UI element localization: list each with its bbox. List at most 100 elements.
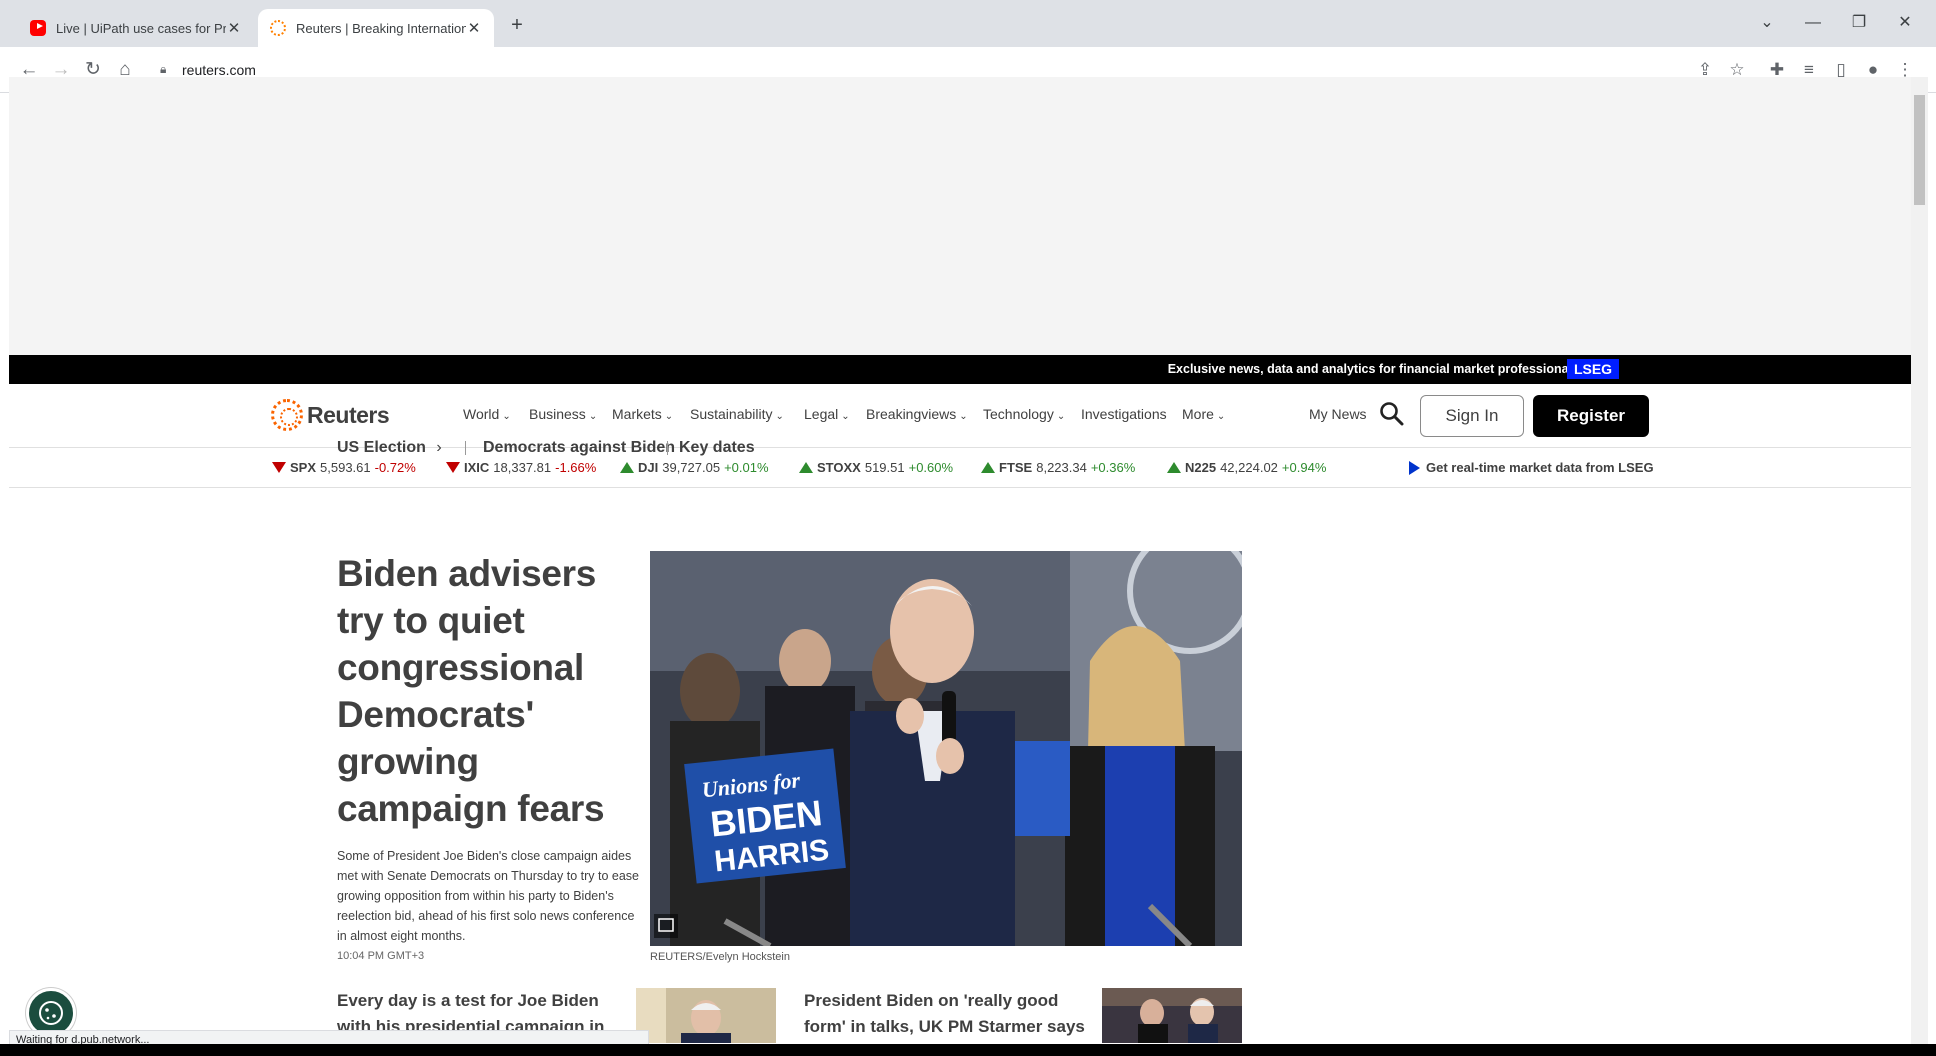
promo-text: Exclusive news, data and analytics for f… (1167, 362, 1579, 376)
ticker-change: -1.66% (555, 460, 597, 475)
chevron-down-icon: ⌄ (775, 411, 784, 422)
brand-name: Reuters (307, 401, 390, 428)
nav-label: Business (529, 406, 586, 422)
nav-legal[interactable]: Legal ⌄ (804, 406, 850, 422)
up-arrow-icon (799, 462, 813, 473)
ticker-change: +0.60% (908, 460, 954, 475)
scrollbar-thumb[interactable] (1914, 95, 1925, 205)
nav-label: Investigations (1081, 406, 1167, 422)
nav-world[interactable]: World ⌄ (463, 406, 511, 422)
ticker-symbol: FTSE (999, 460, 1033, 475)
secondary-photo-2-illustration (1102, 988, 1242, 1043)
ticker-symbol: SPX (290, 460, 317, 475)
ticker-ixic[interactable]: IXIC 18,337.81 -1.66% (446, 460, 596, 475)
nav-investigations[interactable]: Investigations (1081, 406, 1167, 422)
nav-label: Breakingviews (866, 406, 957, 422)
ticker-value: 5,593.61 (320, 460, 371, 475)
ticker-symbol: STOXX (817, 460, 861, 475)
play-icon (1409, 460, 1420, 475)
nav-label: Sustainability (690, 406, 773, 422)
lseg-market-data-link[interactable]: Get real-time market data from LSEG (1409, 460, 1654, 475)
register-button[interactable]: Register (1533, 395, 1649, 437)
nav-business[interactable]: Business ⌄ (529, 406, 597, 422)
nav-markets[interactable]: Markets ⌄ (612, 406, 673, 422)
up-arrow-icon (981, 462, 995, 473)
ticker-stoxx[interactable]: STOXX 519.51 +0.60% (799, 460, 953, 475)
nav-more[interactable]: More ⌄ (1182, 406, 1225, 422)
new-tab-button[interactable]: + (504, 12, 530, 38)
ticker-n225[interactable]: N225 42,224.02 +0.94% (1167, 460, 1326, 475)
chevron-down-icon: ⌄ (959, 411, 968, 422)
my-news-link[interactable]: My News (1309, 406, 1367, 422)
ticker-change: +0.01% (724, 460, 769, 475)
ticker-value: 519.51 (864, 460, 905, 475)
ticker-symbol: IXIC (464, 460, 490, 475)
lead-photo[interactable]: Unions for BIDEN HARRIS (650, 551, 1242, 946)
divider (465, 441, 466, 455)
lead-photo-illustration: Unions for BIDEN HARRIS (650, 551, 1242, 946)
ticker-change: -0.72% (374, 460, 416, 475)
secondary-photo-1[interactable] (636, 988, 776, 1043)
taskbar-strip (0, 1044, 1936, 1056)
ticker-spx[interactable]: SPX 5,593.61 -0.72% (272, 460, 416, 475)
site-header: Reuters World ⌄ Business ⌄ Markets ⌄ Sustai… (9, 384, 1911, 448)
up-arrow-icon (1167, 462, 1181, 473)
cookie-icon (39, 1001, 63, 1025)
chevron-down-icon: ⌄ (664, 411, 674, 422)
chevron-down-icon: ⌄ (588, 411, 598, 422)
topic-key-dates[interactable]: Key dates (679, 439, 755, 457)
ticker-change: +0.36% (1090, 460, 1136, 475)
restore-icon[interactable]: ❐ (1836, 10, 1882, 36)
close-tab-icon[interactable]: ✕ (466, 19, 482, 37)
divider (667, 441, 668, 455)
tab-title: Live | UiPath use cases for Practic (56, 20, 226, 36)
ticker-value: 42,224.02 (1220, 460, 1278, 475)
photo-caption: REUTERS/Evelyn Hockstein (650, 951, 790, 963)
secondary-headline-2[interactable]: President Biden on 'really good form' in… (804, 988, 1104, 1040)
nav-sustainability[interactable]: Sustainability ⌄ (690, 406, 784, 422)
lead-summary: Some of President Joe Biden's close camp… (337, 849, 639, 943)
nav-label: More (1182, 406, 1214, 422)
browser-tab-strip: Live | UiPath use cases for Practic ✕ Re… (0, 0, 1936, 47)
ticker-dji[interactable]: DJI 39,727.05 +0.01% (620, 460, 769, 475)
url-text: reuters.com (182, 62, 256, 78)
youtube-icon (30, 20, 46, 36)
lead-headline[interactable]: Biden advisers try to quiet congressiona… (337, 550, 627, 832)
secondary-headline-1[interactable]: Every day is a test for Joe Biden with h… (337, 988, 637, 1032)
chevron-right-icon: › (436, 439, 442, 456)
close-tab-icon[interactable]: ✕ (226, 19, 242, 37)
ticker-value: 39,727.05 (662, 460, 721, 475)
lseg-link-text: Get real-time market data from LSEG (1426, 460, 1654, 475)
nav-label: Technology (983, 406, 1054, 422)
topic-democrats-against-biden[interactable]: Democrats against Biden (483, 439, 675, 457)
secondary-photo-2[interactable] (1102, 988, 1242, 1043)
nav-label: Markets (612, 406, 662, 422)
chevron-down-icon: ⌄ (1056, 411, 1066, 422)
ad-placeholder (9, 77, 1911, 355)
search-icon[interactable] (1379, 401, 1405, 432)
lead-timestamp: 10:04 PM GMT+3 (337, 950, 425, 962)
nav-breakingviews[interactable]: Breakingviews ⌄ (866, 406, 968, 422)
topic-label: US Election (337, 439, 426, 456)
tab-youtube[interactable]: Live | UiPath use cases for Practic ✕ (18, 9, 254, 47)
down-arrow-icon (446, 462, 460, 473)
page-scrollbar[interactable] (1911, 77, 1928, 1044)
nav-label: World (463, 406, 500, 422)
lseg-badge: LSEG (1567, 359, 1619, 379)
down-arrow-icon (272, 462, 286, 473)
sign-in-button[interactable]: Sign In (1420, 395, 1524, 437)
tab-search-icon[interactable]: ⌄ (1744, 10, 1790, 36)
ticker-ftse[interactable]: FTSE 8,223.34 +0.36% (981, 460, 1135, 475)
secondary-photo-1-illustration (636, 988, 776, 1043)
nav-technology[interactable]: Technology ⌄ (983, 406, 1065, 422)
nav-label: Legal (804, 406, 839, 422)
chevron-down-icon: ⌄ (1216, 411, 1226, 422)
topic-us-election[interactable]: US Election › (337, 439, 442, 457)
close-window-icon[interactable]: ✕ (1882, 10, 1928, 36)
minimize-icon[interactable]: — (1790, 10, 1836, 36)
market-ticker: SPX 5,593.61 -0.72% IXIC 18,337.81 -1.66… (9, 448, 1911, 488)
reuters-logo[interactable]: Reuters (271, 399, 390, 431)
lseg-promo-bar[interactable]: Exclusive news, data and analytics for f… (9, 355, 1911, 384)
tab-reuters[interactable]: Reuters | Breaking International N ✕ (258, 9, 494, 47)
reuters-logo-icon (271, 399, 303, 431)
